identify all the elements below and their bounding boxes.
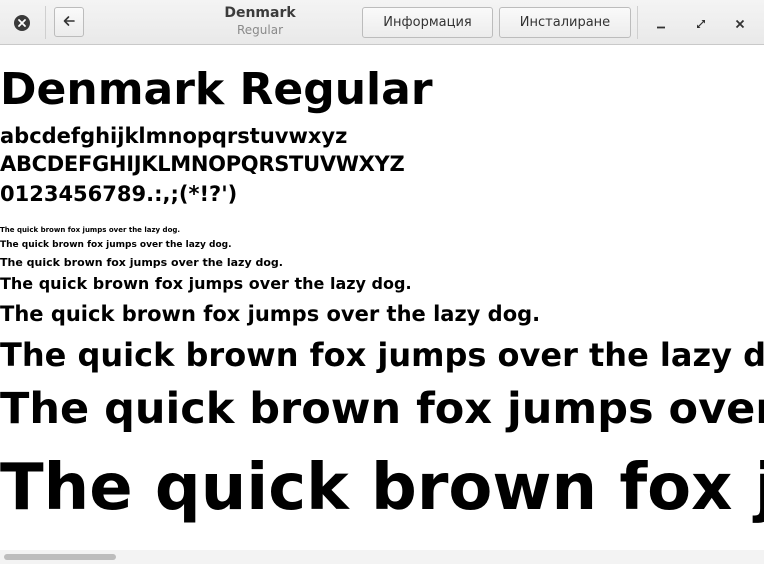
window-title: Denmark (224, 5, 296, 21)
scrollbar-thumb[interactable] (4, 554, 116, 560)
pangram-sample: The quick brown fox jumps over the lazy … (0, 384, 764, 434)
pangram-sample: The quick brown fox jumps over the lazy … (0, 336, 764, 374)
maximize-icon (696, 14, 706, 33)
close-icon (14, 15, 30, 31)
maximize-button[interactable] (688, 10, 714, 36)
close-icon (735, 14, 745, 33)
window-title-block: Denmark Regular (160, 5, 360, 38)
pangram-sample: The quick brown fox jumps over the lazy … (0, 226, 181, 234)
lowercase-sample: abcdefghijklmnopqrstuvwxyz (0, 124, 348, 148)
close-window-button[interactable] (727, 10, 753, 36)
pangram-sample: The quick brown fox jumps over the lazy … (0, 274, 412, 293)
pangram-sample: The quick brown fox jumps over the lazy … (0, 302, 541, 326)
header-separator (637, 6, 638, 39)
close-font-button[interactable] (7, 8, 37, 38)
pangram-sample: The quick brown fox jumps over the lazy … (0, 240, 232, 250)
font-name-heading: Denmark Regular (0, 64, 433, 115)
digits-sample: 0123456789.:,;(*!?') (0, 182, 238, 206)
font-preview-area: Denmark Regular abcdefghijklmnopqrstuvwx… (0, 46, 764, 550)
arrow-left-icon (62, 13, 76, 32)
install-button[interactable]: Инсталиране (499, 7, 631, 38)
header-bar: Denmark Regular Информация Инсталиране (0, 0, 764, 45)
info-button[interactable]: Информация (362, 7, 493, 38)
back-button[interactable] (54, 7, 84, 37)
pangram-sample: The quick brown fox jumps over the lazy … (0, 256, 283, 269)
pangram-sample: The quick brown fox jumps over the lazy … (0, 451, 764, 525)
header-separator (45, 6, 46, 39)
uppercase-sample: ABCDEFGHIJKLMNOPQRSTUVWXYZ (0, 152, 405, 176)
minimize-button[interactable] (648, 10, 674, 36)
window-subtitle: Regular (236, 23, 284, 37)
horizontal-scrollbar[interactable] (0, 550, 764, 564)
minimize-icon (656, 14, 666, 33)
